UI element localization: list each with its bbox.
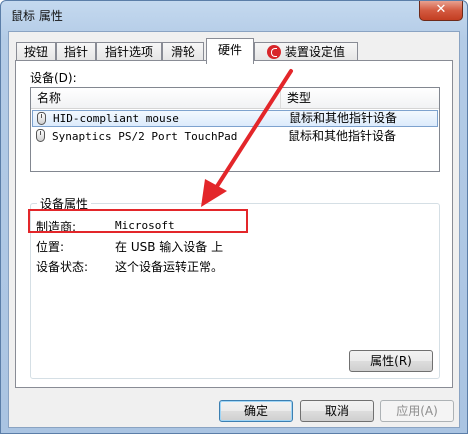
mouse-properties-window: 鼠标 属性 ✕ 按钮 指针 指针选项 滑轮 硬件 装置设定值 设备(D): 名称… xyxy=(0,0,468,434)
tab-device-settings[interactable]: 装置设定值 xyxy=(254,42,358,62)
tab-label: 滑轮 xyxy=(170,45,195,59)
manufacturer-value: Microsoft xyxy=(115,219,175,232)
tab-label: 指针 xyxy=(63,45,88,59)
tab-hardware[interactable]: 硬件 xyxy=(206,38,254,64)
hardware-panel: 设备(D): 名称 类型 HID-compliant mouse 鼠标和其他指针… xyxy=(15,60,453,388)
column-header-name[interactable]: 名称 xyxy=(31,88,281,108)
list-item[interactable]: HID-compliant mouse 鼠标和其他指针设备 xyxy=(32,110,438,127)
location-value: 在 USB 输入设备 上 xyxy=(115,240,224,254)
tab-label: 硬件 xyxy=(217,43,242,57)
close-button[interactable]: ✕ xyxy=(419,1,463,21)
group-legend: 设备属性 xyxy=(37,195,92,212)
ok-button[interactable]: 确定 xyxy=(219,400,293,422)
mouse-icon xyxy=(36,129,45,142)
device-name: Synaptics PS/2 Port TouchPad xyxy=(52,130,238,143)
tab-label: 指针选项 xyxy=(104,45,153,59)
list-header: 名称 类型 xyxy=(31,88,439,109)
device-properties-group: 设备属性 制造商: Microsoft 位置: 在 USB 输入设备 上 设备状… xyxy=(30,195,440,379)
list-item[interactable]: Synaptics PS/2 Port TouchPad 鼠标和其他指针设备 xyxy=(32,128,438,145)
device-type: 鼠标和其他指针设备 xyxy=(288,129,397,143)
column-header-type[interactable]: 类型 xyxy=(281,88,439,108)
devices-label: 设备(D): xyxy=(30,71,77,85)
dialog-client-area: 按钮 指针 指针选项 滑轮 硬件 装置设定值 设备(D): 名称 类型 HID-… xyxy=(8,31,460,428)
manufacturer-label: 制造商: xyxy=(36,220,77,234)
location-label: 位置: xyxy=(36,240,65,254)
cancel-button[interactable]: 取消 xyxy=(300,400,374,422)
status-label: 设备状态: xyxy=(36,260,89,274)
window-title: 鼠标 属性 xyxy=(11,9,63,23)
tab-strip: 按钮 指针 指针选项 滑轮 硬件 装置设定值 xyxy=(16,38,456,64)
device-list[interactable]: 名称 类型 HID-compliant mouse 鼠标和其他指针设备 Syna… xyxy=(30,87,440,172)
title-bar[interactable]: 鼠标 属性 ✕ xyxy=(1,1,467,31)
status-value: 这个设备运转正常。 xyxy=(115,260,224,274)
device-type: 鼠标和其他指针设备 xyxy=(289,111,398,125)
apply-button[interactable]: 应用(A) xyxy=(380,400,454,422)
tab-label: 装置设定值 xyxy=(284,45,345,59)
tab-label: 按钮 xyxy=(23,45,48,59)
tab-pointers[interactable]: 指针 xyxy=(56,42,96,62)
device-name: HID-compliant mouse xyxy=(53,112,179,125)
tab-wheel[interactable]: 滑轮 xyxy=(162,42,204,62)
close-icon: ✕ xyxy=(435,2,447,17)
tab-pointer-options[interactable]: 指针选项 xyxy=(96,42,162,62)
mouse-icon xyxy=(37,112,46,125)
tab-buttons[interactable]: 按钮 xyxy=(16,42,56,62)
properties-button[interactable]: 属性(R) xyxy=(349,350,433,372)
synaptics-icon xyxy=(266,45,281,59)
